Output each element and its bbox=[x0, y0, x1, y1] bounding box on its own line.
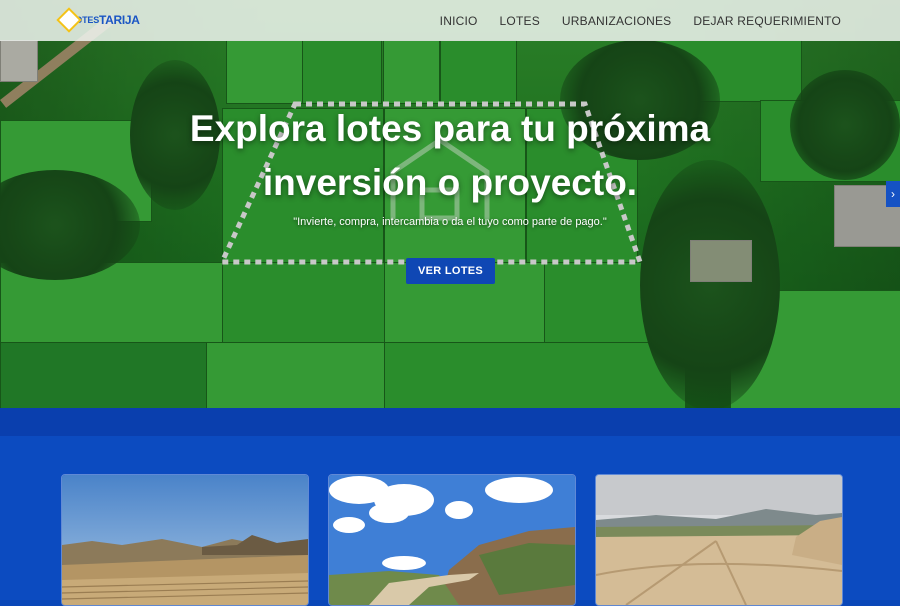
nav-links: INICIO LOTES URBANIZACIONES DEJAR REQUER… bbox=[440, 0, 841, 41]
nav-link-urbanizaciones[interactable]: URBANIZACIONES bbox=[562, 14, 671, 28]
nav-link-lotes[interactable]: LOTES bbox=[500, 14, 540, 28]
top-navbar: LOTES TARIJA INICIO LOTES URBANIZACIONES… bbox=[0, 0, 900, 41]
section-divider bbox=[0, 408, 900, 436]
hero-title: Explora lotes para tu próxima inversión … bbox=[0, 102, 900, 210]
nav-link-inicio[interactable]: INICIO bbox=[440, 14, 478, 28]
hero-subtitle: "Invierte, compra, intercambia o da el t… bbox=[293, 216, 607, 228]
diamond-logo-icon bbox=[56, 7, 82, 33]
lot-card-image bbox=[62, 475, 308, 605]
nav-link-dejar-requerimiento[interactable]: DEJAR REQUERIMIENTO bbox=[693, 14, 841, 28]
lot-card[interactable] bbox=[595, 474, 843, 606]
hero-title-line2: inversión o proyecto. bbox=[262, 162, 638, 203]
logo-text-big: TARIJA bbox=[99, 13, 140, 27]
ver-lotes-button[interactable]: VER LOTES bbox=[406, 258, 495, 284]
lot-card[interactable] bbox=[61, 474, 309, 606]
chevron-right-icon[interactable]: › bbox=[886, 181, 900, 207]
hero-title-line1: Explora lotes para tu próxima bbox=[189, 108, 711, 149]
lot-card-image bbox=[329, 475, 575, 605]
site-logo[interactable]: LOTES TARIJA bbox=[56, 7, 140, 33]
lot-card[interactable] bbox=[328, 474, 576, 606]
lot-card-image bbox=[596, 475, 842, 605]
